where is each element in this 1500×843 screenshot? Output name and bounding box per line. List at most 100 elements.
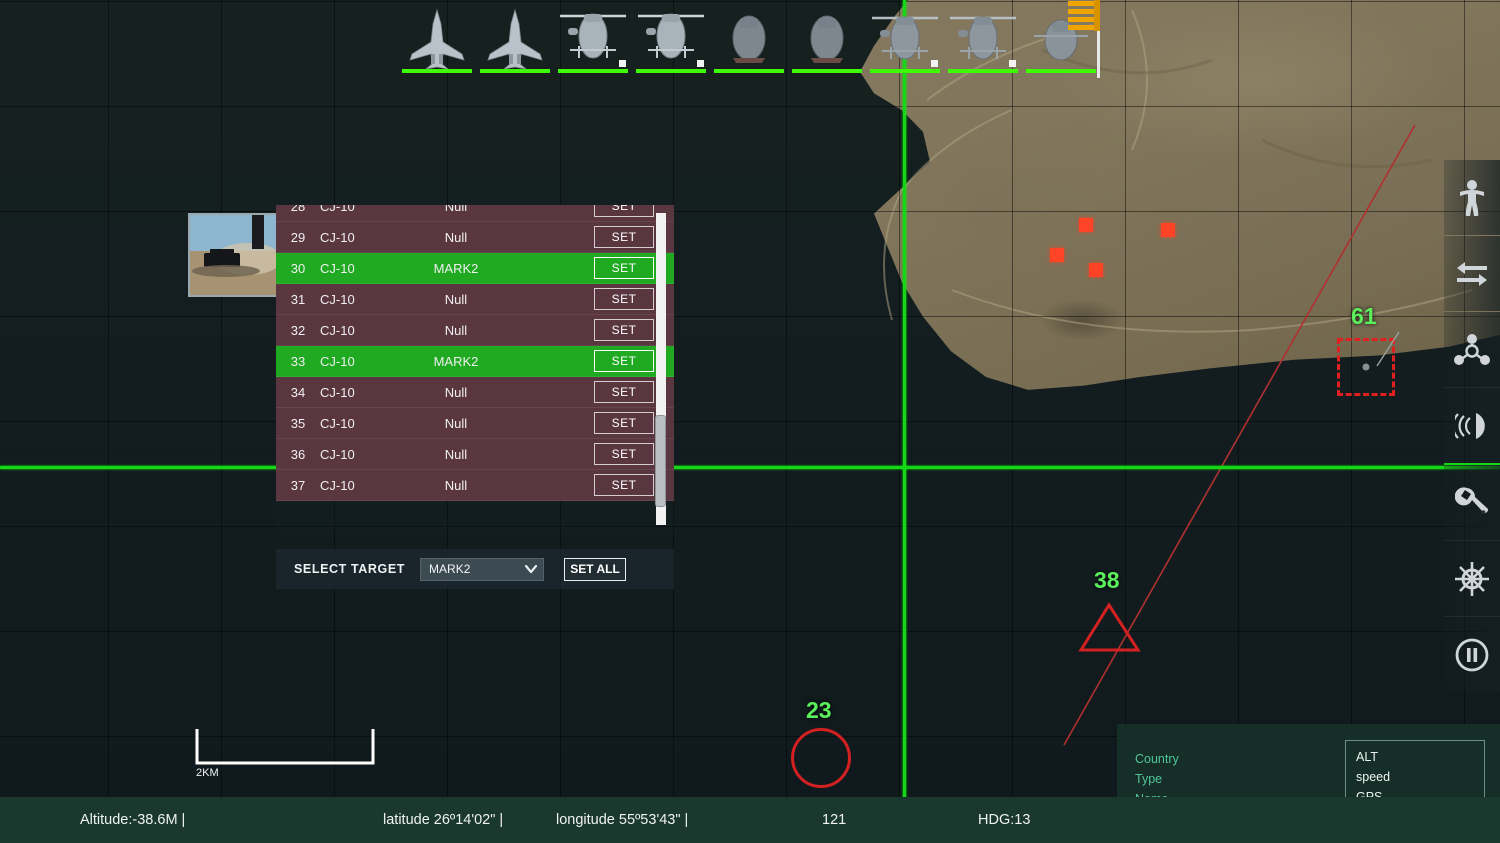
set-button[interactable]: SET xyxy=(594,205,654,217)
radar-signal-icon xyxy=(1455,410,1489,442)
target-select[interactable]: MARK2 xyxy=(420,558,544,581)
info-field-type: Type xyxy=(1135,769,1179,789)
scale-bar xyxy=(195,727,375,767)
row-type: CJ-10 xyxy=(320,292,384,307)
row-target: Null xyxy=(384,478,574,493)
status-longitude: longitude 55º53'43" | xyxy=(556,812,688,828)
sidebar-item-radar[interactable] xyxy=(1444,388,1500,463)
hostile-marker[interactable] xyxy=(1050,248,1064,262)
map-application: 61 38 23 2KM xyxy=(0,0,1500,843)
hostile-marker[interactable] xyxy=(1161,223,1175,237)
unit-thumbnail-helicopter[interactable] xyxy=(554,0,632,78)
row-id: 35 xyxy=(276,416,320,431)
sidebar-item-network[interactable] xyxy=(1444,312,1500,387)
pause-icon xyxy=(1455,638,1489,672)
set-button[interactable]: SET xyxy=(594,288,654,310)
table-row[interactable]: 37CJ-10Null SET xyxy=(276,470,674,501)
unit-thumbnail-helicopter[interactable] xyxy=(866,0,944,78)
row-target: Null xyxy=(384,416,574,431)
sidebar-item-infantry[interactable] xyxy=(1444,160,1500,235)
info-field-country: Country xyxy=(1135,749,1179,769)
status-value: 121 xyxy=(822,812,846,828)
unit-thumbnail-helicopter[interactable] xyxy=(788,0,866,78)
unit-health-bar xyxy=(792,69,862,73)
unit-health-bar xyxy=(1026,69,1096,73)
set-button[interactable]: SET xyxy=(594,226,654,248)
table-row[interactable]: 29CJ-10NullSET xyxy=(276,222,674,253)
row-id: 31 xyxy=(276,292,320,307)
sidebar-item-helm[interactable] xyxy=(1444,541,1500,616)
sidebar-item-pause[interactable] xyxy=(1444,617,1500,692)
sidebar-item-wrench[interactable] xyxy=(1444,465,1500,540)
set-button[interactable]: SET xyxy=(594,443,654,465)
scale-bar-label: 2KM xyxy=(196,767,219,779)
row-id: 37 xyxy=(276,478,320,493)
row-target: Null xyxy=(384,447,574,462)
table-row[interactable]: 33CJ-10MARK2SET xyxy=(276,346,674,377)
set-button[interactable]: SET xyxy=(594,257,654,279)
set-all-button[interactable]: SET ALL xyxy=(564,558,626,581)
status-heading: HDG:13 xyxy=(978,812,1030,828)
row-id: 28 xyxy=(276,205,320,214)
row-id: 36 xyxy=(276,447,320,462)
set-button[interactable]: SET xyxy=(594,319,654,341)
tool-sidebar[interactable] xyxy=(1444,160,1500,692)
row-type: CJ-10 xyxy=(320,323,384,338)
row-id: 30 xyxy=(276,261,320,276)
sidebar-item-swap[interactable] xyxy=(1444,236,1500,311)
table-row[interactable]: 34CJ-10NullSET xyxy=(276,377,674,408)
orange-striped-flag-icon xyxy=(1068,0,1102,40)
unit-selected-chip xyxy=(619,60,626,67)
row-type: CJ-10 xyxy=(320,354,384,369)
row-type: CJ-10 xyxy=(320,416,384,431)
unit-triangle-38[interactable] xyxy=(1078,602,1142,654)
row-target: MARK2 xyxy=(384,261,574,276)
unit-selected-chip xyxy=(1009,60,1016,67)
target-control-bar: SELECT TARGET MARK2 SET ALL xyxy=(276,549,674,589)
unit-roster-bar[interactable] xyxy=(398,0,1100,78)
status-altitude: Altitude:-38.6M | xyxy=(80,812,185,828)
row-type: CJ-10 xyxy=(320,478,384,493)
crosshair-vertical xyxy=(903,0,906,843)
unit-thumbnail-helicopter[interactable] xyxy=(710,0,788,78)
target-table-scrollbar-thumb[interactable] xyxy=(655,415,666,507)
set-button[interactable]: SET xyxy=(594,412,654,434)
row-type: CJ-10 xyxy=(320,385,384,400)
unit-health-bar xyxy=(480,69,550,73)
table-row[interactable]: 36CJ-10Null SET xyxy=(276,439,674,470)
unit-health-bar xyxy=(636,69,706,73)
info-field-speed: speed xyxy=(1346,767,1484,787)
set-button[interactable]: SET xyxy=(594,381,654,403)
target-table-scroll-area[interactable]: 28CJ-10NullSET29CJ-10NullSET30CJ-10MARK2… xyxy=(276,205,674,530)
set-button[interactable]: SET xyxy=(594,350,654,372)
unit-thumbnail-jet[interactable] xyxy=(398,0,476,78)
table-row[interactable]: 32CJ-10NullSET xyxy=(276,315,674,346)
unit-circle-23[interactable] xyxy=(791,728,851,788)
unit-thumbnail-jet[interactable] xyxy=(476,0,554,78)
infantry-icon xyxy=(1457,179,1487,217)
table-row[interactable]: 28CJ-10NullSET xyxy=(276,205,674,222)
target-table: 28CJ-10NullSET29CJ-10NullSET30CJ-10MARK2… xyxy=(276,205,674,501)
unit-thumbnail-helicopter[interactable] xyxy=(944,0,1022,78)
hostile-marker[interactable] xyxy=(1089,263,1103,277)
unit-label-38: 38 xyxy=(1094,567,1120,594)
tactical-map[interactable]: 61 38 23 2KM xyxy=(0,0,1500,843)
set-button[interactable]: SET xyxy=(594,474,654,496)
table-row[interactable]: 31CJ-10Null SET xyxy=(276,284,674,315)
row-id: 34 xyxy=(276,385,320,400)
row-type: CJ-10 xyxy=(320,447,384,462)
unit-thumbnail-helicopter[interactable] xyxy=(632,0,710,78)
unit-leader-line-61 xyxy=(1337,320,1417,400)
row-target: Null xyxy=(384,292,574,307)
table-row[interactable]: 30CJ-10MARK2 SET xyxy=(276,253,674,284)
unit-health-bar xyxy=(558,69,628,73)
row-target: Null xyxy=(384,230,574,245)
row-type: CJ-10 xyxy=(320,230,384,245)
target-assignment-panel[interactable]: 28CJ-10NullSET29CJ-10NullSET30CJ-10MARK2… xyxy=(276,205,674,590)
row-type: CJ-10 xyxy=(320,261,384,276)
hostile-marker[interactable] xyxy=(1079,218,1093,232)
table-row[interactable]: 35CJ-10Null SET xyxy=(276,408,674,439)
status-bar: Altitude:-38.6M | latitude 26º14'02" | l… xyxy=(0,797,1500,843)
wrench-icon xyxy=(1455,486,1489,520)
unit-selected-chip xyxy=(931,60,938,67)
